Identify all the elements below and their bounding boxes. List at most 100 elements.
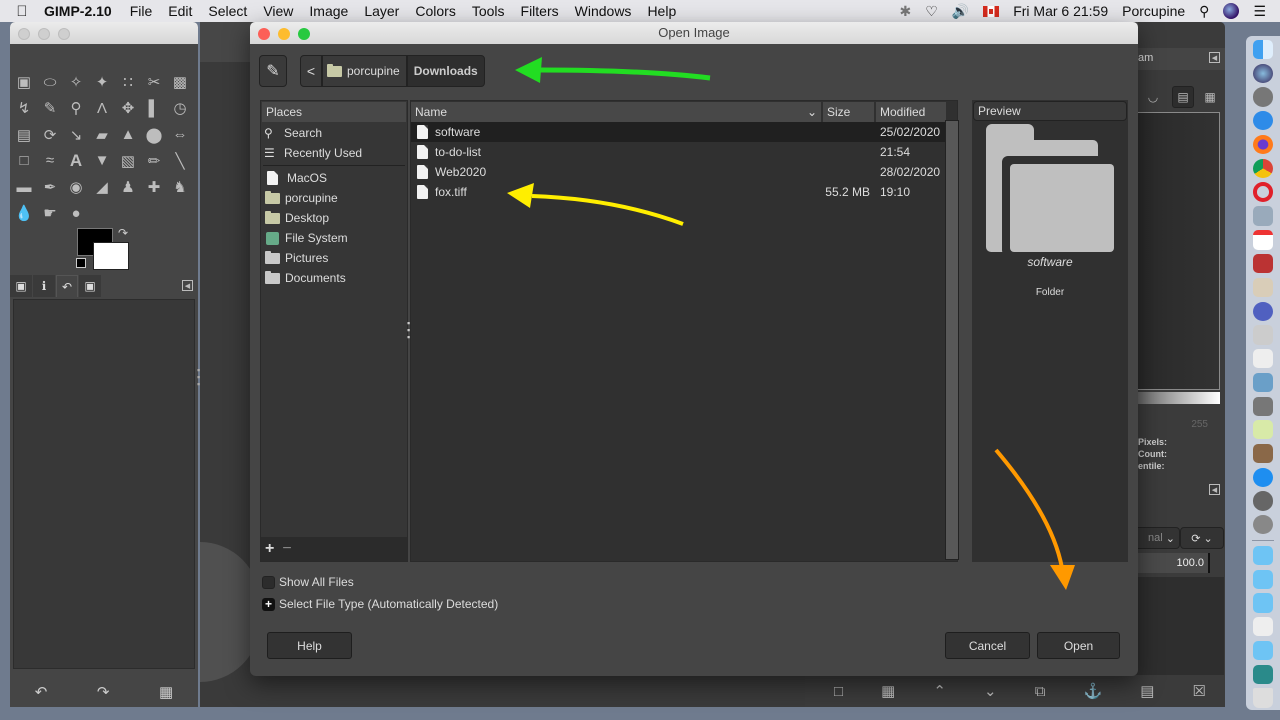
histogram-log-icon[interactable]: ▦ xyxy=(1199,86,1221,108)
dictionary-icon[interactable] xyxy=(1253,254,1273,274)
show-all-files-row[interactable]: Show All Files xyxy=(262,575,354,589)
menu-help[interactable]: Help xyxy=(647,3,676,19)
folder-icon[interactable] xyxy=(1253,545,1273,566)
show-all-files-checkbox[interactable] xyxy=(262,575,275,589)
place-pictures[interactable]: Pictures xyxy=(261,248,407,268)
documents-stack-icon[interactable] xyxy=(1253,617,1273,637)
path-segment-downloads[interactable]: Downloads xyxy=(406,55,485,87)
warp-transform-tool-icon[interactable]: ≈ xyxy=(38,149,62,173)
layer-mode-dropdown[interactable]: nal ⌄ xyxy=(1138,527,1180,549)
trash-icon[interactable] xyxy=(1253,688,1273,708)
folder-icon[interactable] xyxy=(1253,640,1273,661)
select-by-color-tool-icon[interactable]: ∷ xyxy=(116,70,140,94)
smudge-tool-icon[interactable]: ☛ xyxy=(38,201,62,225)
undo-history-tab-icon[interactable]: ↶ xyxy=(56,275,78,297)
zoom-icon[interactable] xyxy=(58,28,70,40)
airbrush-tool-icon[interactable]: ✒ xyxy=(38,175,62,199)
panel-menu-icon[interactable]: ◀ xyxy=(182,280,193,291)
user-name[interactable]: Porcupine xyxy=(1122,3,1185,19)
redo-icon[interactable]: ↷ xyxy=(97,683,110,701)
warp-tool-icon[interactable]: ▲ xyxy=(116,123,140,147)
place-porcupine[interactable]: porcupine xyxy=(261,188,407,208)
image-stack-icon[interactable] xyxy=(1253,664,1273,684)
clear-history-icon[interactable]: ▦ xyxy=(159,683,173,701)
menu-file[interactable]: File xyxy=(130,3,153,19)
shear-tool-icon[interactable]: ▰ xyxy=(90,123,114,147)
pencil-tool-icon[interactable]: ✏ xyxy=(142,149,166,173)
new-layer-icon[interactable]: □ xyxy=(834,683,843,700)
folder-icon[interactable] xyxy=(1253,569,1273,589)
3d-transform-tool-icon[interactable]: ⬤ xyxy=(142,123,166,147)
images-tab-icon[interactable]: ▣ xyxy=(79,275,101,297)
panel-menu-icon[interactable]: ◀ xyxy=(1209,52,1220,63)
anchor-layer-icon[interactable]: ⚓ xyxy=(1083,682,1102,700)
menu-select[interactable]: Select xyxy=(208,3,247,19)
new-layer-group-icon[interactable]: ▦ xyxy=(881,682,895,700)
siri-icon[interactable] xyxy=(1223,3,1240,19)
path-back-button[interactable]: < xyxy=(300,55,322,87)
histogram-max-field[interactable]: 255 xyxy=(1138,419,1208,435)
preview-app-icon[interactable] xyxy=(1253,206,1273,226)
search-icon[interactable]: ⚲ xyxy=(1199,3,1209,20)
delete-layer-icon[interactable]: ☒ xyxy=(1192,682,1205,700)
remove-bookmark-button[interactable]: − xyxy=(282,540,291,558)
close-icon[interactable] xyxy=(18,28,30,40)
menu-filters[interactable]: Filters xyxy=(521,3,559,19)
zoom-tool-icon[interactable]: ⚲ xyxy=(64,96,88,120)
file-row[interactable]: fox.tiff 55.2 MB 19:10 xyxy=(411,182,957,202)
paintbrush-tool-icon[interactable]: ╲ xyxy=(168,149,192,173)
bluetooth-icon[interactable]: ✱ xyxy=(899,3,911,20)
dodge-burn-tool-icon[interactable]: ● xyxy=(64,201,88,225)
app-store-icon[interactable] xyxy=(1253,467,1273,487)
finder-icon[interactable] xyxy=(1253,40,1273,60)
close-icon[interactable] xyxy=(258,28,270,40)
launchpad-icon[interactable] xyxy=(1253,87,1273,107)
place-documents[interactable]: Documents xyxy=(261,268,407,288)
canada-flag-icon[interactable] xyxy=(983,5,1000,17)
unified-transform-tool-icon[interactable]: ▤ xyxy=(12,123,36,147)
column-modified-header[interactable]: Modified xyxy=(876,102,946,122)
calendar-icon[interactable] xyxy=(1253,230,1273,250)
iphoto-icon[interactable] xyxy=(1253,443,1273,464)
scale-tool-icon[interactable]: ↘ xyxy=(64,123,88,147)
ellipse-select-tool-icon[interactable]: ⬭ xyxy=(38,70,62,94)
histogram-linear-icon[interactable]: ▤ xyxy=(1172,86,1194,108)
place-recently-used[interactable]: ☰ Recently Used xyxy=(261,143,407,163)
flip-tool-icon[interactable]: ⇔ xyxy=(168,123,192,147)
minimize-icon[interactable] xyxy=(278,28,290,40)
mypaint-brush-tool-icon[interactable]: ◢ xyxy=(90,175,114,199)
image-capture-icon[interactable] xyxy=(1253,396,1273,416)
app-menu[interactable]: GIMP-2.10 xyxy=(44,3,112,19)
type-location-button[interactable]: ✎ xyxy=(259,55,287,87)
align-tool-icon[interactable]: ▌ xyxy=(142,96,166,120)
heal-tool-icon[interactable]: ✚ xyxy=(142,175,166,199)
zoom-icon[interactable] xyxy=(298,28,310,40)
safari-icon[interactable] xyxy=(1253,111,1273,131)
minimize-icon[interactable] xyxy=(38,28,50,40)
wifi-icon[interactable]: ♡ xyxy=(925,3,938,20)
device-status-tab-icon[interactable]: ℹ xyxy=(33,275,55,297)
gimp-icon[interactable] xyxy=(1253,515,1273,535)
paths-tool-icon[interactable]: ↯ xyxy=(12,96,36,120)
crop-tool-icon[interactable]: ◷ xyxy=(168,96,192,120)
eraser-tool-icon[interactable]: ▬ xyxy=(12,175,36,199)
place-macos[interactable]: MacOS xyxy=(261,168,407,188)
folder-icon[interactable] xyxy=(1253,593,1273,613)
rect-select-tool-icon[interactable]: ▣ xyxy=(12,70,36,94)
tool-options-tab-icon[interactable]: ▣ xyxy=(10,275,32,297)
menu-image[interactable]: Image xyxy=(309,3,348,19)
swap-colors-icon[interactable]: ↷ xyxy=(118,226,128,240)
apple-icon[interactable]:  xyxy=(0,3,44,20)
place-desktop[interactable]: Desktop xyxy=(261,208,407,228)
file-list-scrollbar[interactable] xyxy=(945,120,959,560)
fuzzy-select-tool-icon[interactable]: ✦ xyxy=(90,70,114,94)
open-button[interactable]: Open xyxy=(1037,632,1120,659)
menu-layer[interactable]: Layer xyxy=(364,3,399,19)
bbedit-icon[interactable] xyxy=(1253,301,1273,321)
gradient-tool-icon[interactable]: ▧ xyxy=(116,149,140,173)
clone-tool-icon[interactable]: ♟ xyxy=(116,175,140,199)
clock[interactable]: Fri Mar 6 21:59 xyxy=(1013,3,1108,19)
menu-windows[interactable]: Windows xyxy=(575,3,632,19)
menu-view[interactable]: View xyxy=(263,3,293,19)
background-color-swatch[interactable] xyxy=(93,242,129,270)
